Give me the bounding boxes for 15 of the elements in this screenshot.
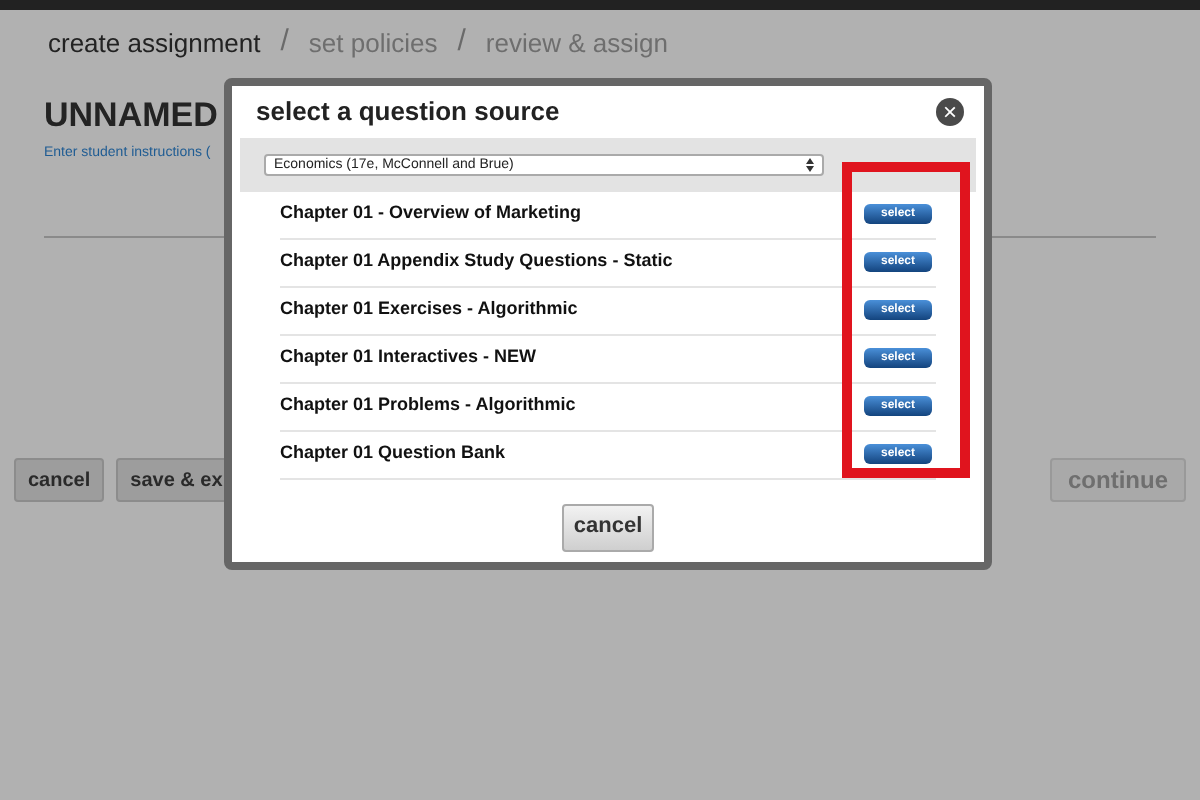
- step-tab[interactable]: create assignment: [48, 23, 261, 62]
- step-separator: /: [280, 22, 289, 62]
- question-source-name: Chapter 01 Appendix Study Questions - Static: [280, 248, 673, 275]
- question-source-name: Chapter 01 - Overview of Marketing: [280, 200, 582, 227]
- cancel-button[interactable]: cancel: [562, 503, 654, 551]
- step-separator: /: [457, 22, 466, 62]
- close-button[interactable]: ×: [936, 97, 964, 126]
- question-source-name: Chapter 01 Problems - Algorithmic: [280, 392, 576, 419]
- question-source-name: Chapter 01 Interactives - NEW: [280, 344, 537, 371]
- page-button[interactable]: cancel: [14, 458, 105, 502]
- question-source-name: Chapter 01 Exercises - Algorithmic: [280, 296, 578, 323]
- dialog-title: select a question source: [256, 94, 560, 130]
- question-source-name: Chapter 01 Question Bank: [280, 440, 506, 467]
- dropdown-arrows-icon: [806, 157, 814, 171]
- assignment-title: UNNAMED: [44, 97, 218, 131]
